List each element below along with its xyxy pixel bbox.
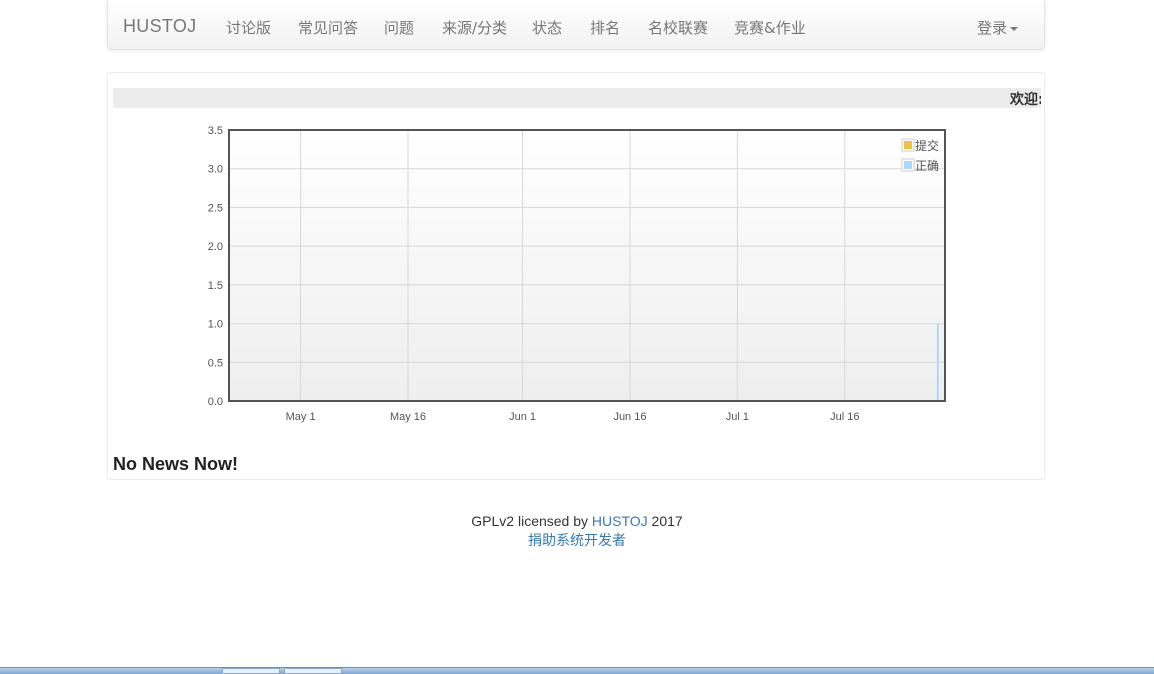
y-tick-label: 3.5 — [208, 125, 223, 137]
y-tick-label: 1.5 — [208, 280, 223, 292]
legend-swatch — [904, 161, 912, 169]
news-heading: No News Now! — [113, 454, 239, 474]
nav-item-school-league[interactable]: 名校联赛 — [648, 17, 708, 38]
footer-year: 2017 — [651, 513, 683, 529]
caret-down-icon — [1010, 26, 1019, 31]
license-text: GPLv2 licensed by — [471, 513, 589, 529]
nav-item-category[interactable]: 来源/分类 — [442, 17, 507, 38]
donate-link[interactable]: 捐助系统开发者 — [528, 533, 626, 549]
top-navbar: HUSTOJ 讨论版 常见问答 问题 来源/分类 状态 排名 名校联赛 竞赛&作… — [107, 0, 1045, 50]
brand-logo[interactable]: HUSTOJ — [123, 16, 196, 37]
nav-item-contest[interactable]: 竞赛&作业 — [734, 17, 806, 38]
x-tick-label: Jul 1 — [726, 411, 749, 423]
y-tick-label: 1.0 — [208, 319, 223, 331]
y-tick-label: 0.5 — [208, 357, 223, 369]
y-tick-label: 3.0 — [208, 164, 223, 176]
legend-swatch — [904, 141, 912, 149]
login-label: 登录 — [977, 19, 1008, 37]
x-tick-label: Jun 1 — [509, 411, 536, 423]
footer: GPLv2 licensed by HUSTOJ 2017 捐助系统开发者 — [0, 512, 1154, 551]
x-tick-label: May 16 — [390, 411, 426, 423]
login-dropdown[interactable]: 登录 — [977, 17, 1019, 38]
nav-item-status[interactable]: 状态 — [532, 17, 562, 38]
plot-background — [229, 130, 945, 401]
taskbar-button[interactable] — [284, 668, 342, 673]
x-tick-label: Jul 16 — [830, 411, 859, 423]
hustoj-link[interactable]: HUSTOJ — [592, 513, 648, 529]
nav-item-discuss[interactable]: 讨论版 — [226, 17, 271, 38]
nav-item-faq[interactable]: 常见问答 — [298, 17, 358, 38]
x-tick-label: Jun 16 — [613, 411, 646, 423]
legend-label: 提交 — [915, 138, 939, 153]
x-tick-label: May 1 — [286, 411, 316, 423]
welcome-marquee: 欢迎: — [113, 88, 1041, 108]
y-tick-label: 2.0 — [208, 241, 223, 253]
welcome-text: 欢迎: — [1010, 92, 1041, 108]
submission-chart: 0.0 0.5 1.0 1.5 2.0 2.5 3.0 3.5 May 1 May 16 Jun 1… — [187, 118, 987, 438]
taskbar-button[interactable] — [222, 668, 280, 673]
legend-label: 正确 — [915, 159, 939, 173]
y-tick-label: 2.5 — [208, 202, 223, 214]
y-tick-label: 0.0 — [208, 396, 223, 408]
chart-svg: 0.0 0.5 1.0 1.5 2.0 2.5 3.0 3.5 May 1 May 16 Jun 1… — [208, 125, 946, 423]
nav-item-problems[interactable]: 问题 — [384, 17, 414, 38]
nav-item-ranklist[interactable]: 排名 — [590, 17, 620, 38]
